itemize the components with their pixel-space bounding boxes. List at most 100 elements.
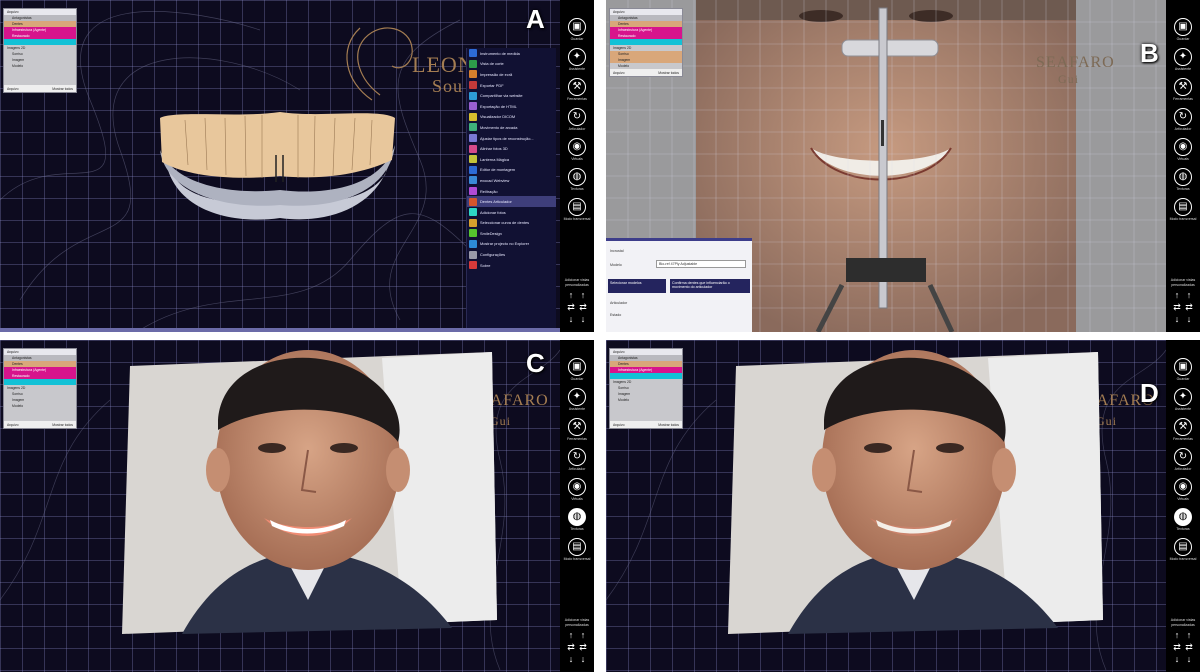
arrow-icon[interactable]: ↓ <box>577 654 589 664</box>
arrow-icon[interactable]: ⇄ <box>1183 642 1195 652</box>
arrow-icon[interactable]: ↑ <box>1183 290 1195 300</box>
menu-item-label: Reiltração <box>480 188 498 194</box>
show-all-button[interactable]: Mostrar todos <box>52 423 73 427</box>
arrow-icon[interactable]: ⇄ <box>1171 302 1183 312</box>
arrow-icon[interactable]: ⇄ <box>565 642 577 652</box>
panel-letter: D <box>1140 378 1159 408</box>
panel-letter: C <box>526 348 545 378</box>
menu-item-label: Dentes Articulador <box>480 199 512 205</box>
arrow-icon[interactable]: ↑ <box>1171 290 1183 300</box>
toolbar-item-tools[interactable]: ⚒ Ferramentas <box>560 78 594 101</box>
toolbar-item-save[interactable]: ▣ Guardar <box>1166 358 1200 381</box>
menu-item[interactable]: Seleccionar curva de dentes <box>467 218 556 229</box>
arrow-icon[interactable]: ⇄ <box>1183 302 1195 312</box>
arrow-icon[interactable]: ↓ <box>1183 654 1195 664</box>
toolbar-item-articulator[interactable]: ↻ Articulador <box>560 448 594 471</box>
toolbar-item-layers[interactable]: ▤ Modo transversal <box>1166 538 1200 561</box>
toolbar-item-texture[interactable]: ◍ Texturas <box>1166 508 1200 531</box>
patient-photo[interactable] <box>122 350 497 640</box>
menu-item[interactable]: Configurações <box>467 249 556 260</box>
arrow-icon[interactable]: ↑ <box>1171 630 1183 640</box>
arrow-icon[interactable]: ⇄ <box>577 302 589 312</box>
toolbar-item-wizard[interactable]: ✦ Assistente <box>560 48 594 71</box>
custom-views-label[interactable]: Adicionar vistas personalizadas <box>1166 278 1200 288</box>
arrow-icon[interactable]: ↓ <box>565 654 577 664</box>
menu-item[interactable]: Exportação de HTML <box>467 101 556 112</box>
menu-item[interactable]: Impressão de ecrã <box>467 69 556 80</box>
custom-views-label[interactable]: Adicionar vistas personalizadas <box>560 618 594 628</box>
custom-views-label[interactable]: Adicionar vistas personalizadas <box>560 278 594 288</box>
toolbar-item-save[interactable]: ▣ Guardar <box>1166 18 1200 41</box>
menu-item[interactable]: Ajustar tipos de reconstrução... <box>467 133 556 144</box>
toolbar-item-tools[interactable]: ⚒ Ferramentas <box>560 418 594 441</box>
menu-item-label: Compartilhar via website <box>480 93 523 99</box>
toolbar-item-virtual[interactable]: ◉ Virtuais <box>1166 478 1200 501</box>
toolbar-item-tools[interactable]: ⚒ Ferramentas <box>1166 78 1200 101</box>
toolbar-item-wizard[interactable]: ✦ Assistente <box>1166 388 1200 411</box>
arrow-icon[interactable]: ↑ <box>565 630 577 640</box>
arrow-icon[interactable]: ↓ <box>1171 654 1183 664</box>
toolbar-item-layers[interactable]: ▤ Modo transversal <box>560 198 594 221</box>
toolbar-item-wizard[interactable]: ✦ Assistente <box>1166 48 1200 71</box>
toolbar-label: Guardar <box>570 37 584 41</box>
toolbar-label: Texturas <box>1176 527 1190 531</box>
toolbar-item-layers[interactable]: ▤ Modo transversal <box>560 538 594 561</box>
arrow-icon[interactable]: ↑ <box>565 290 577 300</box>
menu-item[interactable]: Visualizador DICOM <box>467 112 556 123</box>
confirm-teeth-button[interactable]: Confirma dentes que influenciarão o movi… <box>670 279 750 293</box>
menu-item[interactable]: Lanterna Mágica <box>467 154 556 165</box>
toolbar-item-virtual[interactable]: ◉ Virtuais <box>560 478 594 501</box>
arrow-icon[interactable]: ↑ <box>1183 630 1195 640</box>
toolbar-item-layers[interactable]: ▤ Modo transversal <box>1166 198 1200 221</box>
menu-item[interactable]: Alinhar fotos 3D <box>467 143 556 154</box>
toolbar-item-save[interactable]: ▣ Guardar <box>560 18 594 41</box>
arrow-icon[interactable]: ⇄ <box>565 302 577 312</box>
arrow-icon[interactable]: ↑ <box>577 630 589 640</box>
menu-item[interactable]: Dentes Articulador <box>467 196 556 207</box>
toolbar-item-save[interactable]: ▣ Guardar <box>560 358 594 381</box>
menu-item-icon <box>469 197 477 206</box>
toolbar-label: Virtuais <box>1177 497 1189 501</box>
arrow-icon[interactable]: ↓ <box>565 314 577 324</box>
panel-b: SEAFARO Gui Arquivo Antagonistas Dentes … <box>606 0 1200 332</box>
arrow-icon[interactable]: ⇄ <box>1171 642 1183 652</box>
show-all-button[interactable]: Mostrar todos <box>658 71 679 75</box>
patient-photo[interactable] <box>728 350 1103 640</box>
menu-item[interactable]: Adicionar fotos <box>467 207 556 218</box>
menu-item[interactable]: Movimento de arcada <box>467 122 556 133</box>
arrow-icon[interactable]: ↓ <box>577 314 589 324</box>
select-models-button[interactable]: Selecionar modelos <box>608 279 666 293</box>
menu-item[interactable]: SmileDesign <box>467 228 556 239</box>
menu-item[interactable]: exocad Webview <box>467 175 556 186</box>
toolbar-label: Articulador <box>1174 467 1192 471</box>
menu-item[interactable]: Sobre <box>467 260 556 271</box>
menu-item[interactable]: Instrumento de medida <box>467 48 556 59</box>
model-select[interactable]: Bio-ref 47Ply Adjustable <box>656 260 746 268</box>
toolbar-item-texture[interactable]: ◍ Texturas <box>560 508 594 531</box>
layer-footer-label: Arquivo <box>613 422 625 427</box>
toolbar-item-texture[interactable]: ◍ Texturas <box>1166 168 1200 191</box>
arrow-icon[interactable]: ⇄ <box>577 642 589 652</box>
menu-item[interactable]: Reiltração <box>467 186 556 197</box>
menu-item[interactable]: Mostrar projecto no Explorer <box>467 239 556 250</box>
layers-icon: ▤ <box>568 538 586 556</box>
menu-item[interactable]: Editor de montagem <box>467 165 556 176</box>
arrow-icon[interactable]: ↓ <box>1183 314 1195 324</box>
toolbar-item-articulator[interactable]: ↻ Articulador <box>1166 448 1200 471</box>
toolbar-item-wizard[interactable]: ✦ Assistente <box>560 388 594 411</box>
toolbar-item-articulator[interactable]: ↻ Articulador <box>560 108 594 131</box>
toolbar-item-texture[interactable]: ◍ Texturas <box>560 168 594 191</box>
arrow-icon[interactable]: ↓ <box>1171 314 1183 324</box>
custom-views-label[interactable]: Adicionar vistas personalizadas <box>1166 618 1200 628</box>
dental-model[interactable] <box>160 112 395 220</box>
menu-item[interactable]: Compartilhar via website <box>467 90 556 101</box>
toolbar-item-articulator[interactable]: ↻ Articulador <box>1166 108 1200 131</box>
menu-item[interactable]: Exportar PDF <box>467 80 556 91</box>
show-all-button[interactable]: Mostrar todos <box>52 87 73 91</box>
toolbar-item-tools[interactable]: ⚒ Ferramentas <box>1166 418 1200 441</box>
toolbar-item-virtual[interactable]: ◉ Virtuais <box>560 138 594 161</box>
toolbar-item-virtual[interactable]: ◉ Virtuais <box>1166 138 1200 161</box>
arrow-icon[interactable]: ↑ <box>577 290 589 300</box>
show-all-button[interactable]: Mostrar todos <box>658 423 679 427</box>
menu-item[interactable]: Vista de corte <box>467 59 556 70</box>
